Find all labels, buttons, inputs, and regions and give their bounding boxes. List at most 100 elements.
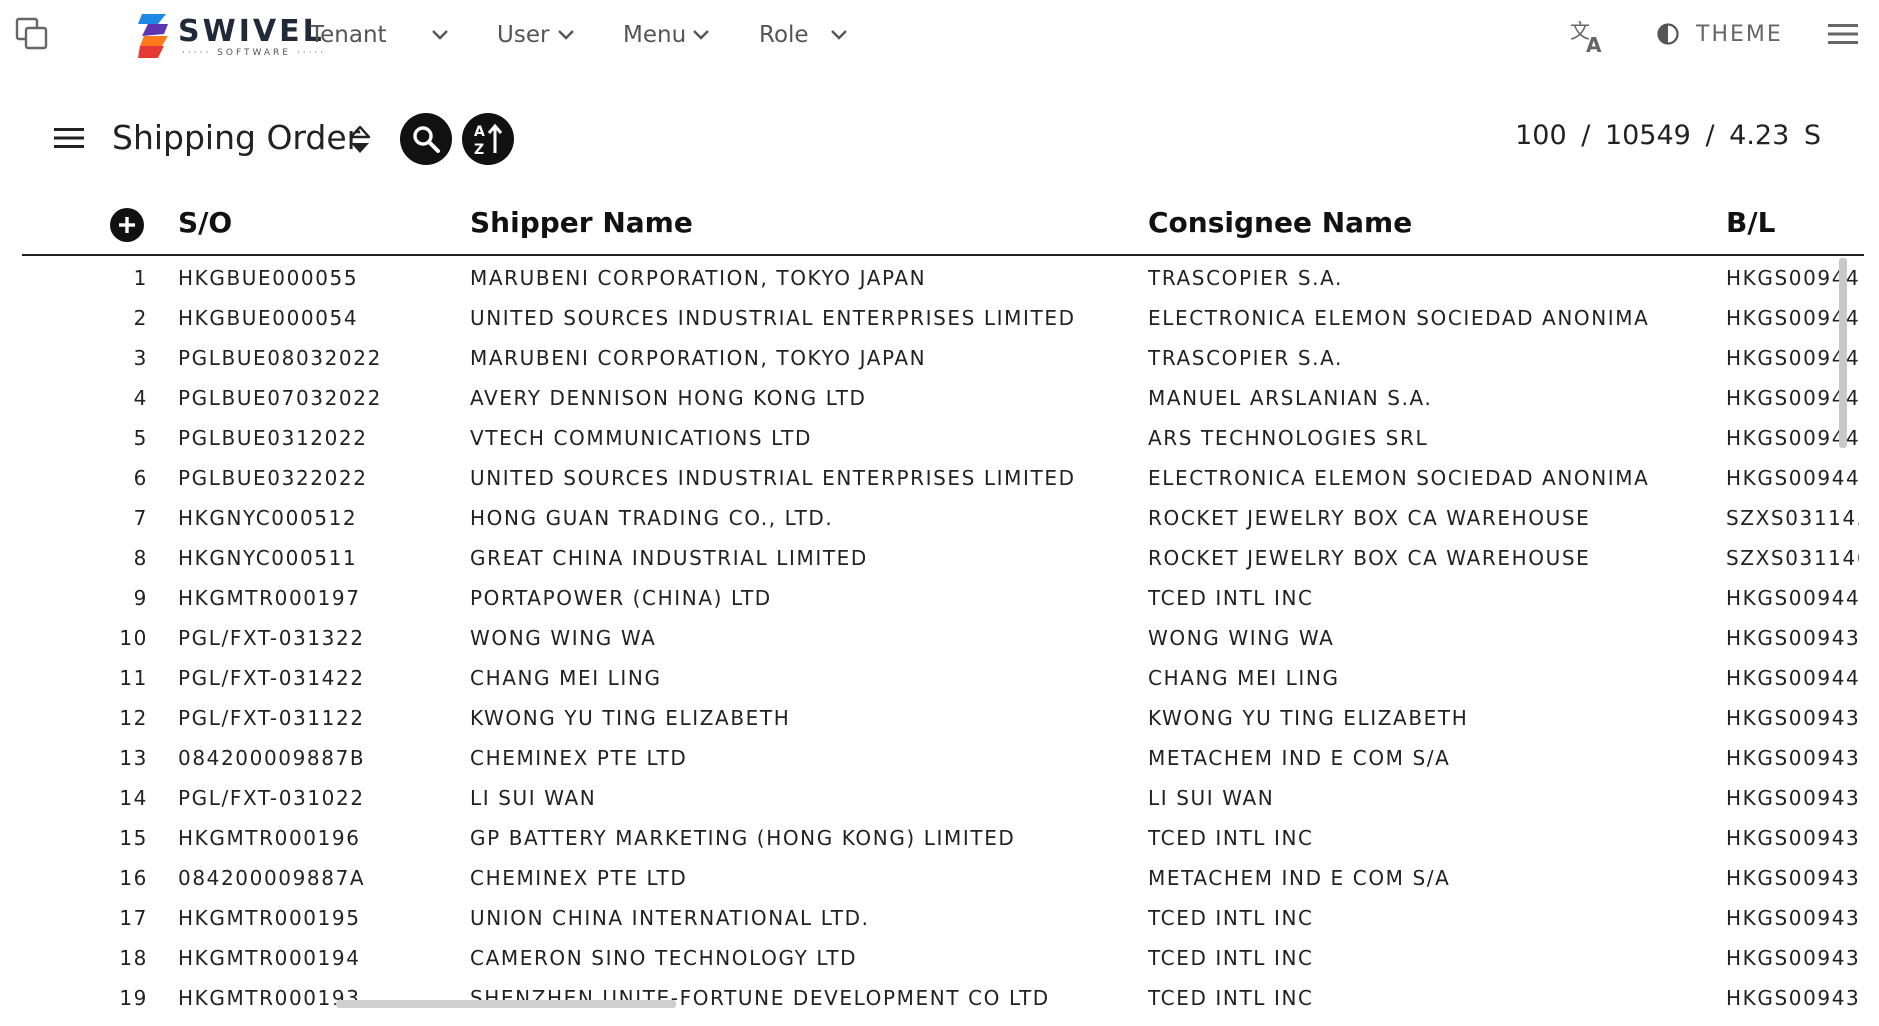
role-dropdown-label: Role — [759, 22, 809, 48]
cell-so: PGL/FXT-031322 — [178, 626, 365, 650]
cell-so: HKGMTR000194 — [178, 946, 361, 970]
menu-dropdown[interactable]: Menu — [623, 18, 713, 52]
column-header-consignee[interactable]: Consignee Name — [1148, 206, 1412, 239]
cell-shipper-name: GP BATTERY MARKETING (HONG KONG) LIMITED — [470, 826, 1016, 850]
sort-button[interactable]: A Z — [462, 113, 514, 165]
row-index: 3 — [133, 346, 148, 370]
cell-so: PGLBUE0312022 — [178, 426, 368, 450]
cell-so: PGL/FXT-031122 — [178, 706, 365, 730]
cell-shipper-name: CHEMINEX PTE LTD — [470, 866, 688, 890]
table-row[interactable]: 4 PGLBUE07032022 AVERY DENNISON HONG KONG … — [22, 378, 1864, 418]
row-index: 4 — [133, 386, 148, 410]
row-index: 7 — [133, 506, 148, 530]
shown-count: 100 — [1515, 120, 1567, 151]
cell-consignee-name: ROCKET JEWELRY BOX CA WAREHOUSE — [1148, 506, 1591, 530]
row-index: 17 — [119, 906, 148, 930]
cell-consignee-name: KWONG YU TING ELIZABETH — [1148, 706, 1469, 730]
chevron-down-icon — [558, 30, 574, 40]
row-index: 16 — [119, 866, 148, 890]
stats-separator: / — [1705, 120, 1715, 151]
cell-so: HKGMTR000197 — [178, 586, 361, 610]
table-row[interactable]: 12 PGL/FXT-031122 KWONG YU TING ELIZABETH K… — [22, 698, 1864, 738]
record-stats: 100 / 10549 / 4.23 S — [1515, 120, 1821, 151]
cell-consignee-name: ARS TECHNOLOGIES SRL — [1148, 426, 1429, 450]
window-restore-icon[interactable] — [14, 16, 50, 52]
theme-toggle-button[interactable]: THEME — [1656, 16, 1783, 52]
cell-bl: HKGS009433 — [1726, 906, 1859, 930]
tenant-dropdown[interactable]: Tenant — [310, 18, 450, 52]
table-row[interactable]: 6 PGLBUE0322022 UNITED SOURCES INDUSTRIAL … — [22, 458, 1864, 498]
user-dropdown[interactable]: User — [497, 18, 585, 52]
table-row[interactable]: 1 HKGBUE000055 MARUBENI CORPORATION, TOKYO… — [22, 258, 1864, 298]
table-body: 1 HKGBUE000055 MARUBENI CORPORATION, TOKYO… — [22, 258, 1864, 1026]
cell-consignee-name: METACHEM IND E COM S/A — [1148, 746, 1451, 770]
table-row[interactable]: 9 HKGMTR000197 PORTAPOWER (CHINA) LTD TCED … — [22, 578, 1864, 618]
row-index: 6 — [133, 466, 148, 490]
cell-consignee-name: CHANG MEI LING — [1148, 666, 1340, 690]
half-circle-icon — [1657, 23, 1679, 45]
table-header: S/O Shipper Name Consignee Name B/L — [22, 196, 1864, 256]
table-row[interactable]: 13 084200009887B CHEMINEX PTE LTD METACHEM … — [22, 738, 1864, 778]
row-index: 13 — [119, 746, 148, 770]
menu-dropdown-label: Menu — [623, 22, 687, 48]
role-dropdown[interactable]: Role — [759, 18, 855, 52]
swivel-logo[interactable]: SWIVEL ····· SOFTWARE ····· — [138, 12, 328, 62]
chevron-down-icon — [693, 30, 709, 40]
chevron-down-icon — [831, 30, 847, 40]
cell-shipper-name: LI SUI WAN — [470, 786, 597, 810]
table-row[interactable]: 18 HKGMTR000194 CAMERON SINO TECHNOLOGY LT… — [22, 938, 1864, 978]
table-row[interactable]: 16 084200009887A CHEMINEX PTE LTD METACHEM … — [22, 858, 1864, 898]
row-index: 5 — [133, 426, 148, 450]
column-header-shipper[interactable]: Shipper Name — [470, 206, 693, 239]
cell-consignee-name: LI SUI WAN — [1148, 786, 1275, 810]
column-header-bl[interactable]: B/L — [1726, 206, 1775, 239]
cell-so: PGLBUE07032022 — [178, 386, 382, 410]
table-row[interactable]: 2 HKGBUE000054 UNITED SOURCES INDUSTRIAL E… — [22, 298, 1864, 338]
cell-bl: HKGS009434 — [1726, 866, 1859, 890]
hamburger-icon[interactable] — [1826, 20, 1860, 48]
table-row[interactable]: 15 HKGMTR000196 GP BATTERY MARKETING (HONG… — [22, 818, 1864, 858]
cell-so: HKGBUE000054 — [178, 306, 359, 330]
cell-bl: HKGS009441 — [1726, 586, 1859, 610]
table-row[interactable]: 5 PGLBUE0312022 VTECH COMMUNICATIONS LTD AR… — [22, 418, 1864, 458]
cell-shipper-name: MARUBENI CORPORATION, TOKYO JAPAN — [470, 266, 927, 290]
cell-shipper-name: PORTAPOWER (CHINA) LTD — [470, 586, 772, 610]
cell-so: HKGMTR000196 — [178, 826, 361, 850]
cell-so: 084200009887B — [178, 746, 366, 770]
total-count: 10549 — [1604, 120, 1691, 151]
table-row[interactable]: 3 PGLBUE08032022 MARUBENI CORPORATION, TOK… — [22, 338, 1864, 378]
cell-shipper-name: CAMERON SINO TECHNOLOGY LTD — [470, 946, 858, 970]
translate-icon[interactable]: 文 A — [1568, 16, 1608, 56]
cell-so: HKGNYC000512 — [178, 506, 358, 530]
cell-shipper-name: WONG WING WA — [470, 626, 657, 650]
add-row-button[interactable] — [110, 208, 144, 242]
table-row[interactable]: 8 HKGNYC000511 GREAT CHINA INDUSTRIAL LIMI… — [22, 538, 1864, 578]
user-dropdown-label: User — [497, 22, 550, 48]
search-button[interactable] — [400, 113, 452, 165]
table-row[interactable]: 14 PGL/FXT-031022 LI SUI WAN LI SUI WAN HKGS… — [22, 778, 1864, 818]
cell-consignee-name: ROCKET JEWELRY BOX CA WAREHOUSE — [1148, 546, 1591, 570]
sort-caret-icon[interactable] — [348, 124, 372, 156]
cell-shipper-name: MARUBENI CORPORATION, TOKYO JAPAN — [470, 346, 927, 370]
cell-bl: HKGS009432 — [1726, 946, 1859, 970]
vertical-scrollbar[interactable] — [1839, 258, 1847, 448]
table-row[interactable]: 7 HKGNYC000512 HONG GUAN TRADING CO., LTD.… — [22, 498, 1864, 538]
table-row[interactable]: 11 PGL/FXT-031422 CHANG MEI LING CHANG MEI … — [22, 658, 1864, 698]
table-row[interactable]: 17 HKGMTR000195 UNION CHINA INTERNATIONAL … — [22, 898, 1864, 938]
table-row[interactable]: 10 PGL/FXT-031322 WONG WING WA WONG WING WA… — [22, 618, 1864, 658]
horizontal-scrollbar[interactable] — [336, 1000, 676, 1008]
cell-bl: HKGS009442 — [1726, 466, 1859, 490]
column-header-so[interactable]: S/O — [178, 206, 232, 239]
svg-text:Z: Z — [474, 142, 484, 157]
cell-consignee-name: ELECTRONICA ELEMON SOCIEDAD ANONIMA — [1148, 466, 1650, 490]
cell-consignee-name: TCED INTL INC — [1148, 826, 1314, 850]
cell-so: PGL/FXT-031422 — [178, 666, 365, 690]
cell-consignee-name: TCED INTL INC — [1148, 906, 1314, 930]
theme-label: THEME — [1696, 21, 1783, 47]
cell-shipper-name: UNITED SOURCES INDUSTRIAL ENTERPRISES LI… — [470, 466, 1076, 490]
page-title[interactable]: Shipping Order — [112, 118, 360, 157]
row-index: 10 — [119, 626, 148, 650]
query-time: 4.23 S — [1729, 120, 1821, 151]
hamburger-icon[interactable] — [52, 124, 86, 152]
table-row[interactable]: 19 HKGMTR000193 SHENZHEN UNITE-FORTUNE DEV… — [22, 978, 1864, 1018]
